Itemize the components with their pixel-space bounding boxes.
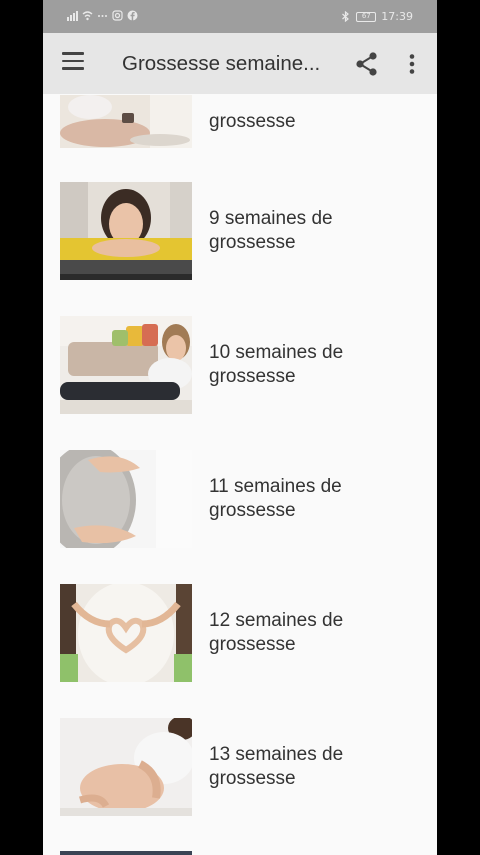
week-thumbnail: [60, 316, 192, 414]
instagram-icon: [112, 10, 123, 21]
week-label: 10 semaines de grossesse: [209, 342, 344, 387]
week-thumbnail: [60, 584, 192, 682]
app-bar: Grossesse semaine...: [43, 33, 437, 94]
list-item[interactable]: 9 semaines de grossesse: [43, 173, 437, 293]
status-left-icons: [67, 10, 138, 21]
list-item[interactable]: 12 semaines de grossesse: [43, 575, 437, 695]
week-thumbnail: [60, 851, 192, 855]
share-icon[interactable]: [354, 51, 380, 77]
week-label: grossesse: [209, 111, 296, 132]
status-bar: 67 17:39: [43, 0, 437, 33]
list-item[interactable]: 13 semaines de grossesse: [43, 709, 437, 829]
menu-icon[interactable]: [62, 52, 84, 74]
week-label: 12 semaines de grossesse: [209, 610, 344, 655]
week-thumbnail: [60, 182, 192, 280]
wifi-icon: [82, 11, 93, 21]
status-right-icons: 67 17:39: [340, 10, 413, 23]
status-time: 17:39: [381, 10, 413, 23]
week-thumbnail: [60, 450, 192, 548]
battery-icon: 67: [356, 11, 377, 22]
week-thumbnail: [60, 95, 192, 148]
week-label: 9 semaines de grossesse: [209, 208, 333, 253]
signal-icon: [67, 11, 78, 21]
phone-screen: 67 17:39 Grossesse semaine... grossesse …: [43, 0, 437, 855]
list-item[interactable]: 10 semaines de grossesse: [43, 307, 437, 427]
dots-icon: [98, 15, 107, 17]
more-vert-icon[interactable]: [405, 53, 419, 75]
week-thumbnail: [60, 718, 192, 816]
bluetooth-icon: [342, 11, 350, 22]
week-label: 13 semaines de grossesse: [209, 744, 344, 789]
app-title: Grossesse semaine...: [122, 52, 321, 75]
week-label: 11 semaines de grossesse: [209, 476, 342, 521]
list-item[interactable]: 11 semaines de grossesse: [43, 441, 437, 561]
facebook-icon: [127, 10, 138, 21]
